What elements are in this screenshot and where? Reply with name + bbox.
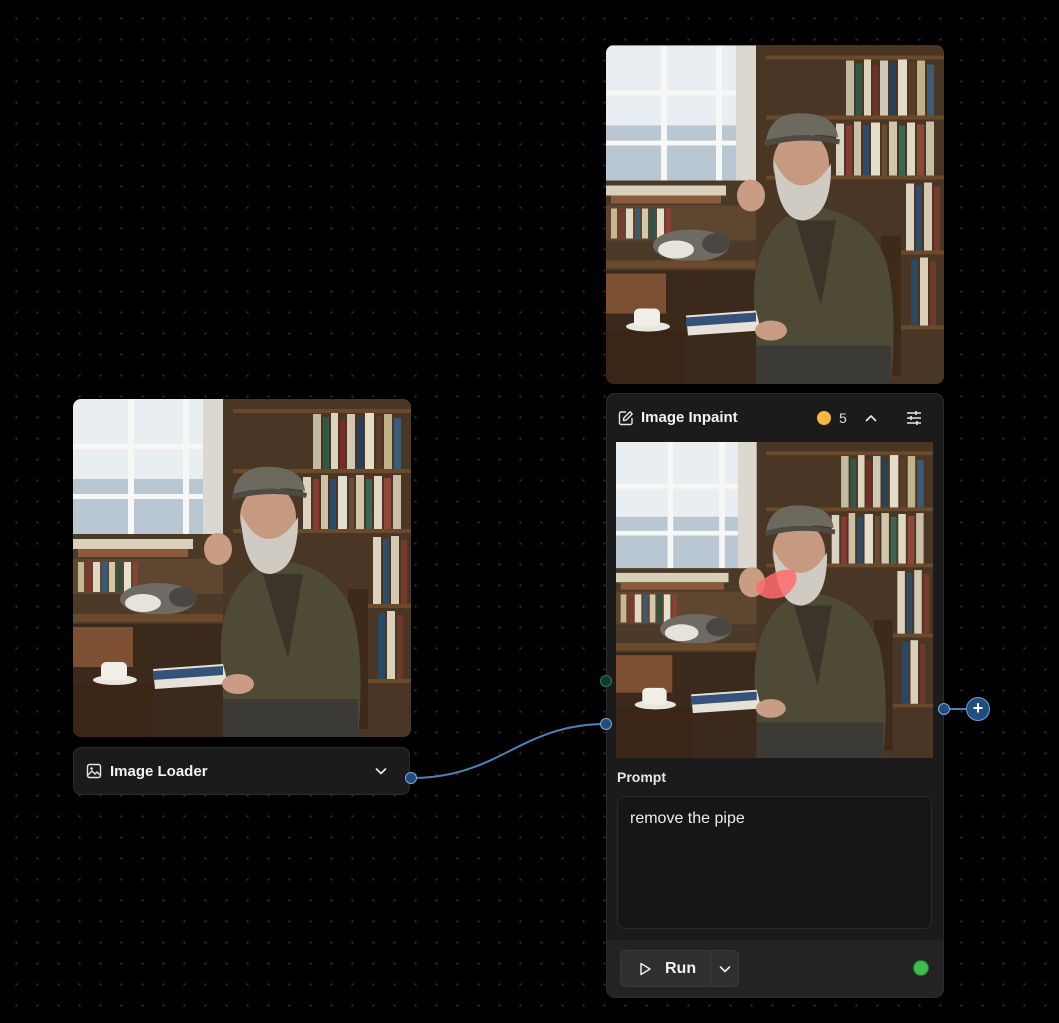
run-label: Run	[665, 959, 697, 977]
prompt-label: Prompt	[617, 769, 666, 785]
node-header: Image Inpaint 5	[607, 394, 943, 442]
coin-icon	[817, 411, 831, 425]
chevron-up-icon[interactable]	[863, 410, 879, 426]
image-loader-output-handle[interactable]	[405, 772, 417, 784]
loader-image-preview	[73, 399, 411, 737]
inpaint-output-handle[interactable]	[938, 703, 950, 715]
inpaint-input-image	[616, 442, 933, 758]
image-input-handle[interactable]	[600, 718, 612, 730]
credit-cost: 5	[839, 410, 847, 426]
chevron-down-icon[interactable]	[373, 763, 389, 779]
sliders-icon[interactable]	[905, 409, 923, 427]
chevron-down-icon	[719, 966, 731, 973]
mask-input-handle[interactable]	[600, 675, 612, 687]
run-options-button[interactable]	[710, 950, 739, 987]
prompt-input[interactable]: remove the pipe	[617, 796, 932, 929]
status-indicator	[914, 961, 928, 975]
run-button[interactable]: Run	[620, 950, 710, 987]
image-loader-title: Image Loader	[110, 762, 208, 780]
inpaint-output-preview	[606, 45, 944, 384]
image-icon	[86, 763, 102, 779]
image-loader-node[interactable]: Image Loader	[73, 747, 410, 795]
add-node-button[interactable]: +	[966, 697, 990, 721]
play-icon	[640, 962, 651, 975]
edit-icon	[618, 411, 633, 426]
inpaint-title: Image Inpaint	[641, 409, 738, 426]
